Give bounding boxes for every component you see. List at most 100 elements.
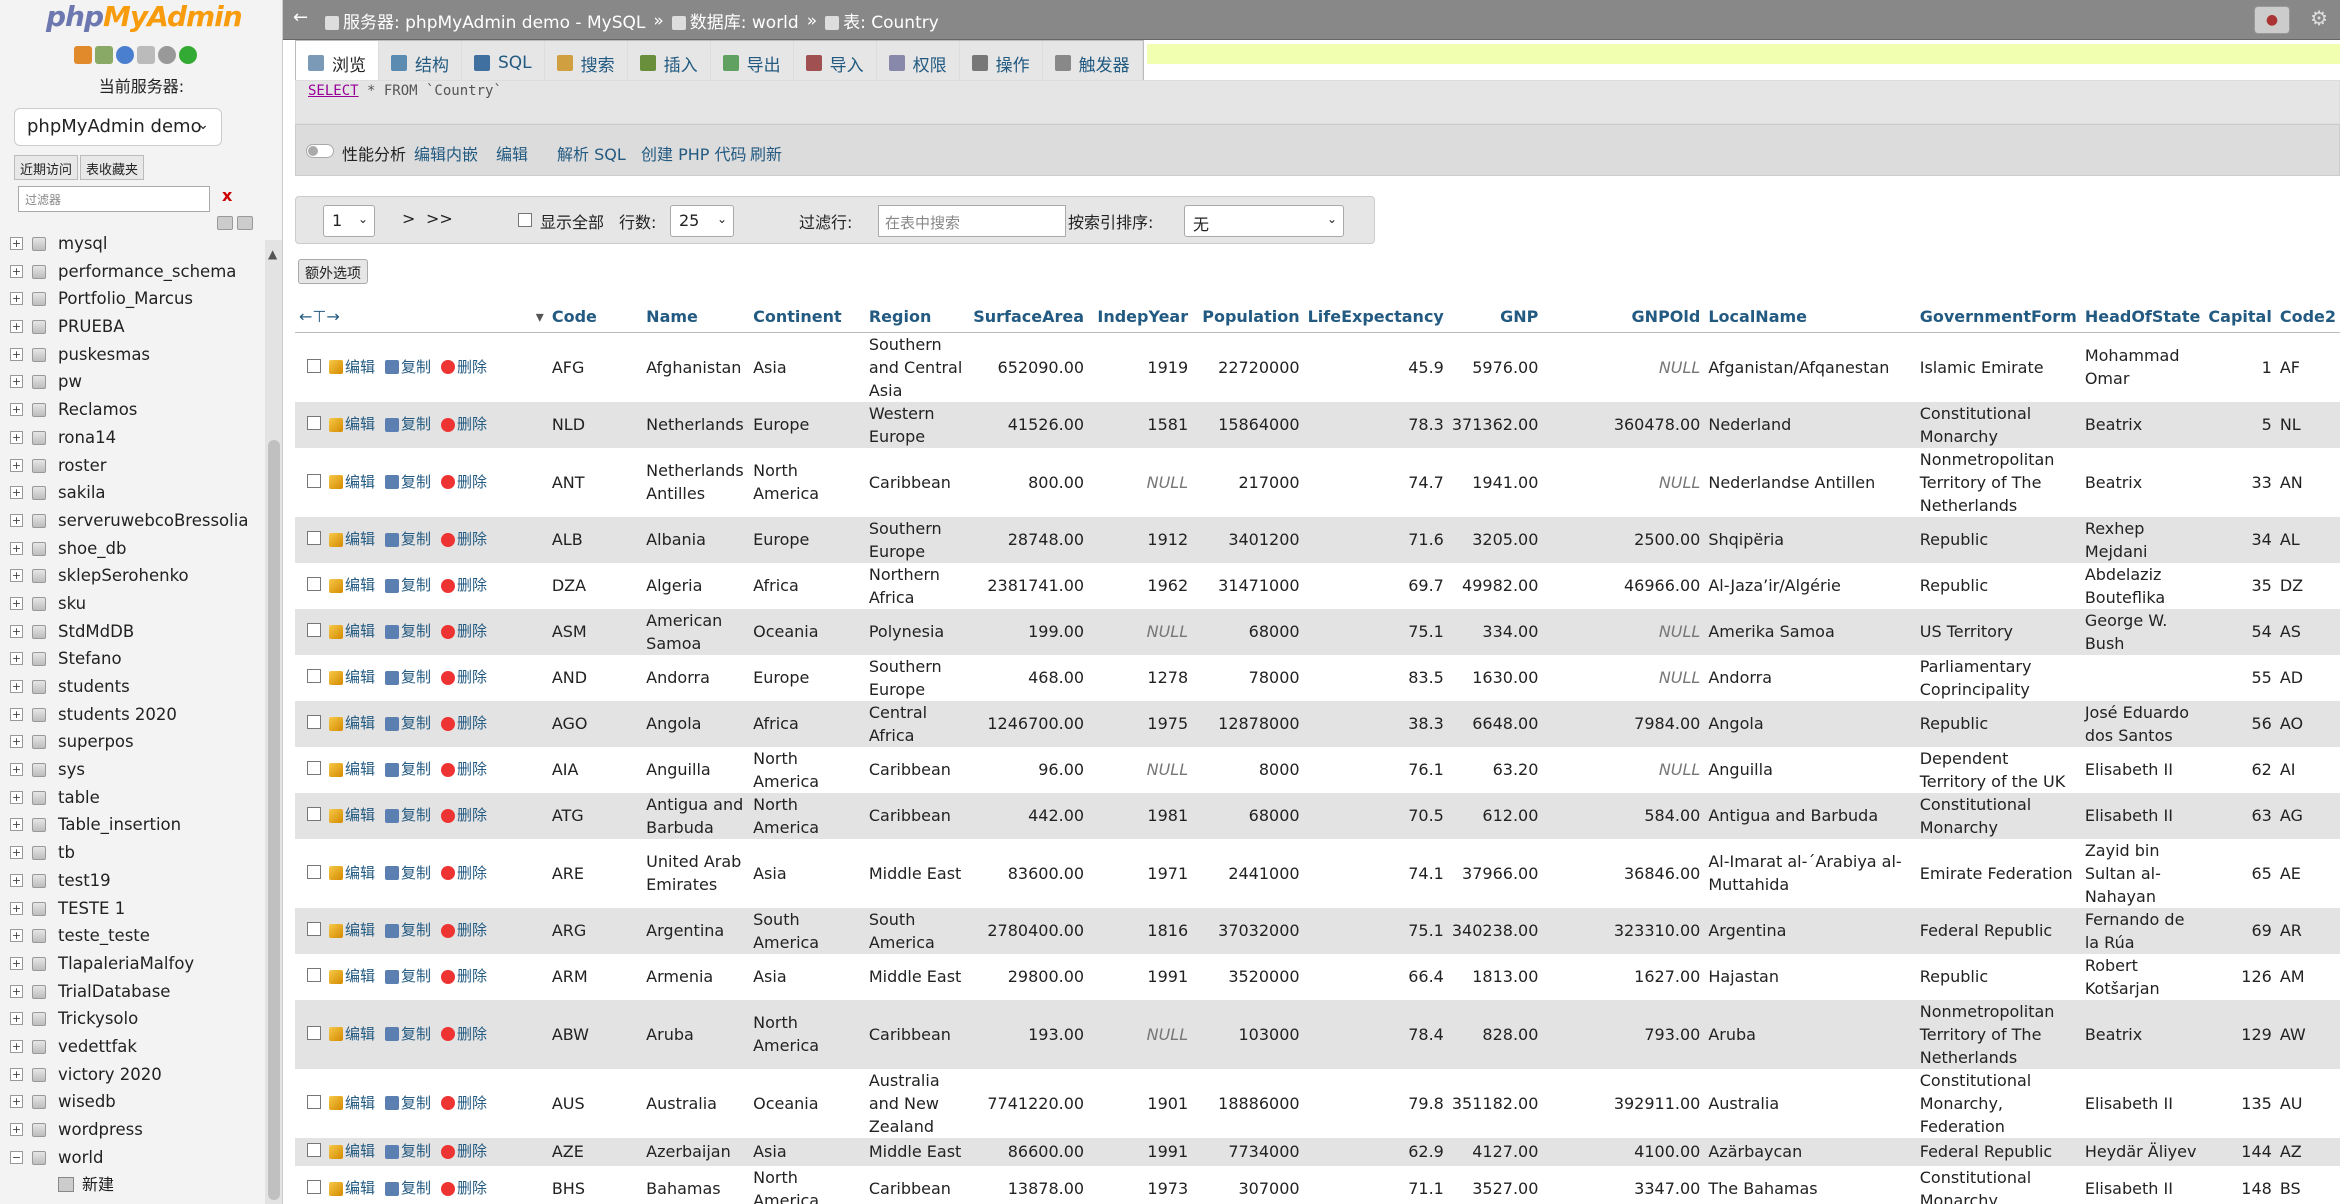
cell-gnpold[interactable]: 1627.00 [1542,954,1704,1000]
expand-icon[interactable]: + [10,569,23,583]
profiling-toggle[interactable] [306,144,334,158]
edit-action[interactable]: 编辑 [329,806,375,824]
cell-localname[interactable]: Hajastan [1704,954,1915,1000]
expand-icon[interactable]: + [10,320,23,334]
db-name[interactable]: sklepSerohenko [58,566,189,585]
cell-population[interactable]: 31471000 [1192,563,1303,609]
cell-indepyear[interactable]: 1971 [1088,839,1192,908]
db-name[interactable]: performance_schema [58,262,236,281]
expand-icon[interactable]: + [10,1095,23,1109]
row-checkbox[interactable] [307,416,321,430]
db-tree-item[interactable]: + pw [0,368,262,396]
tab-search[interactable]: 搜索 [545,41,628,85]
cell-localname[interactable]: Andorra [1704,655,1915,701]
filter-rows-input[interactable]: 在表中搜索 [878,205,1066,237]
cell-indepyear[interactable]: 1581 [1088,402,1192,448]
cell-surfacearea[interactable]: 7741220.00 [969,1069,1088,1138]
expand-icon[interactable]: + [10,707,23,721]
db-name[interactable]: superpos [58,732,134,751]
cell-region[interactable]: Polynesia [865,609,969,655]
cell-capital[interactable]: 35 [2204,563,2275,609]
expand-icon[interactable]: + [10,1039,23,1053]
expand-icon[interactable]: + [10,1012,23,1026]
column-header-population[interactable]: Population [1192,302,1304,333]
cell-headofstate[interactable]: Elisabeth II [2081,747,2205,793]
cell-population[interactable]: 2441000 [1192,839,1303,908]
cell-lifeexpectancy[interactable]: 75.1 [1304,609,1448,655]
sql-keyword-select[interactable]: SELECT [308,83,359,99]
db-tree-item[interactable]: + PRUEBA [0,313,262,341]
db-tree-item[interactable]: + mysql [0,230,262,258]
cell-surfacearea[interactable]: 83600.00 [969,839,1088,908]
copy-action[interactable]: 复制 [375,530,431,548]
logout-icon[interactable] [95,46,113,64]
db-tree-item[interactable]: + table [0,784,262,812]
db-tree-item[interactable]: + rona14 [0,424,262,452]
extra-options-button[interactable]: 额外选项 [298,259,368,284]
cell-region[interactable]: Caribbean [865,1000,969,1069]
edit-query-link[interactable]: 编辑 [496,141,528,165]
cell-region[interactable]: Caribbean [865,793,969,839]
breadcrumb-table[interactable]: 表: Country [825,8,939,33]
cell-headofstate[interactable]: Elisabeth II [2081,1069,2205,1138]
cell-indepyear[interactable]: 1901 [1088,1069,1192,1138]
cell-gnp[interactable]: 37966.00 [1448,839,1543,908]
cell-capital[interactable]: 135 [2204,1069,2275,1138]
cell-capital[interactable]: 148 [2204,1166,2275,1204]
db-tree-item[interactable]: + wisedb [0,1088,262,1116]
delete-action[interactable]: 删除 [431,415,487,433]
column-header-governmentform[interactable]: GovernmentForm [1915,302,2081,333]
cell-code2[interactable]: NL [2276,402,2340,448]
db-tree-item[interactable]: + Portfolio_Marcus [0,285,262,313]
delete-action[interactable]: 删除 [431,576,487,594]
delete-action[interactable]: 删除 [431,1142,487,1160]
cell-population[interactable]: 22720000 [1192,332,1303,402]
cell-indepyear[interactable]: 1973 [1088,1166,1192,1204]
cell-gnpold[interactable]: NULL [1542,332,1704,402]
cell-indepyear[interactable]: NULL [1088,609,1192,655]
cell-gnpold[interactable]: 360478.00 [1542,402,1704,448]
cell-lifeexpectancy[interactable]: 45.9 [1304,332,1448,402]
cell-code2[interactable]: BS [2276,1166,2340,1204]
cell-localname[interactable]: Aruba [1704,1000,1915,1069]
edit-action[interactable]: 编辑 [329,415,375,433]
expand-icon[interactable]: + [10,1123,23,1136]
delete-action[interactable]: 删除 [431,760,487,778]
db-name[interactable]: teste_teste [58,926,150,945]
cell-population[interactable]: 12878000 [1192,701,1303,747]
copy-action[interactable]: 复制 [375,714,431,732]
next-page-button[interactable]: > [402,209,415,228]
cell-headofstate[interactable]: José Eduardo dos Santos [2081,701,2205,747]
copy-action[interactable]: 复制 [375,622,431,640]
db-tree-item[interactable]: + performance_schema [0,258,262,286]
db-name[interactable]: victory 2020 [58,1065,162,1084]
delete-action[interactable]: 删除 [431,806,487,824]
copy-action[interactable]: 复制 [375,358,431,376]
sort-menu-icon[interactable]: ▾ [536,307,544,326]
column-arrows-icon[interactable]: ←⊤→ [299,307,340,326]
db-name[interactable]: vedettfak [58,1037,137,1056]
tab-operations[interactable]: 操作 [960,41,1043,85]
cell-region[interactable]: Middle East [865,954,969,1000]
cell-code[interactable]: ARM [548,954,642,1000]
expand-icon[interactable]: + [10,624,23,638]
cell-governmentform[interactable]: Constitutional Monarchy [1916,1166,2081,1204]
cell-surfacearea[interactable]: 199.00 [969,609,1088,655]
cell-lifeexpectancy[interactable]: 74.1 [1304,839,1448,908]
tab-privileges[interactable]: 权限 [877,41,960,85]
home-icon[interactable] [74,46,92,64]
db-tree-item[interactable]: + puskesmas [0,341,262,369]
cell-continent[interactable]: North America [749,448,865,517]
row-checkbox[interactable] [307,807,321,821]
cell-indepyear[interactable]: 1991 [1088,954,1192,1000]
cell-gnp[interactable]: 1941.00 [1448,448,1543,517]
cell-localname[interactable]: Argentina [1704,908,1915,954]
copy-action[interactable]: 复制 [375,760,431,778]
cell-governmentform[interactable]: Constitutional Monarchy [1916,402,2081,448]
cell-code[interactable]: ATG [548,793,642,839]
cell-headofstate[interactable]: Abdelaziz Bouteflika [2081,563,2205,609]
scroll-up-icon[interactable]: ▲ [268,247,277,261]
cell-code2[interactable]: AW [2276,1000,2340,1069]
cell-code[interactable]: NLD [548,402,642,448]
cell-code2[interactable]: AM [2276,954,2340,1000]
